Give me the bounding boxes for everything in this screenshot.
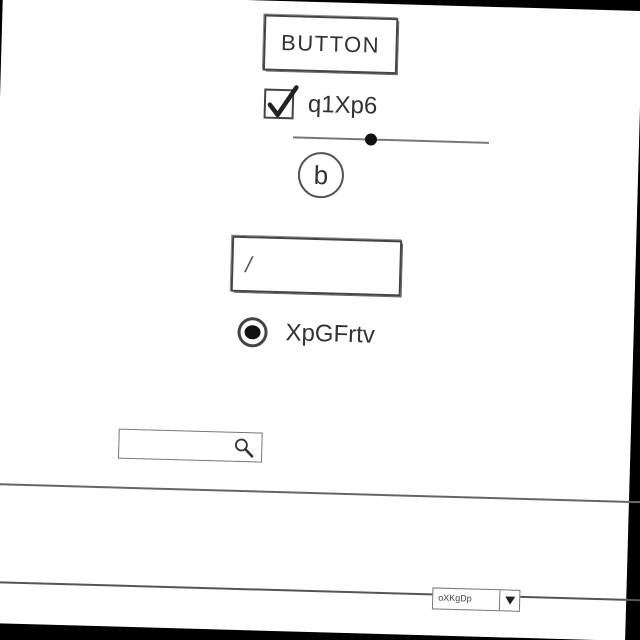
checkbox-row[interactable]: q1Xp6 [263, 85, 378, 124]
radio-row[interactable]: XpGFrtv [237, 316, 375, 352]
dropdown-arrow[interactable] [498, 590, 520, 611]
separator-line [0, 580, 640, 602]
radio-selected-dot [244, 325, 261, 340]
separator-line [0, 482, 640, 504]
radio-label: XpGFrtv [285, 319, 376, 349]
dropdown-value: oXKgDp [438, 592, 472, 604]
search-icon [234, 438, 254, 458]
checkmark-icon [267, 85, 299, 118]
search-input[interactable] [117, 428, 263, 463]
slider[interactable] [292, 129, 489, 150]
main-button[interactable]: BUTTON [262, 14, 399, 75]
triangle-down-icon [504, 596, 515, 605]
screen: BUTTON q1Xp6 b / XpGFrtv oXKgDp [0, 0, 640, 640]
text-input-value: / [245, 252, 252, 278]
dropdown[interactable]: oXKgDp [431, 587, 521, 612]
round-button[interactable]: b [297, 151, 345, 199]
slider-handle[interactable] [365, 133, 378, 146]
text-input[interactable]: / [230, 235, 403, 297]
checkbox-label: q1Xp6 [307, 90, 378, 120]
sketch-sheet: BUTTON q1Xp6 b / XpGFrtv oXKgDp [0, 0, 640, 640]
radio-button[interactable] [237, 316, 268, 348]
slider-track[interactable] [292, 136, 489, 144]
checkbox[interactable] [263, 85, 299, 120]
